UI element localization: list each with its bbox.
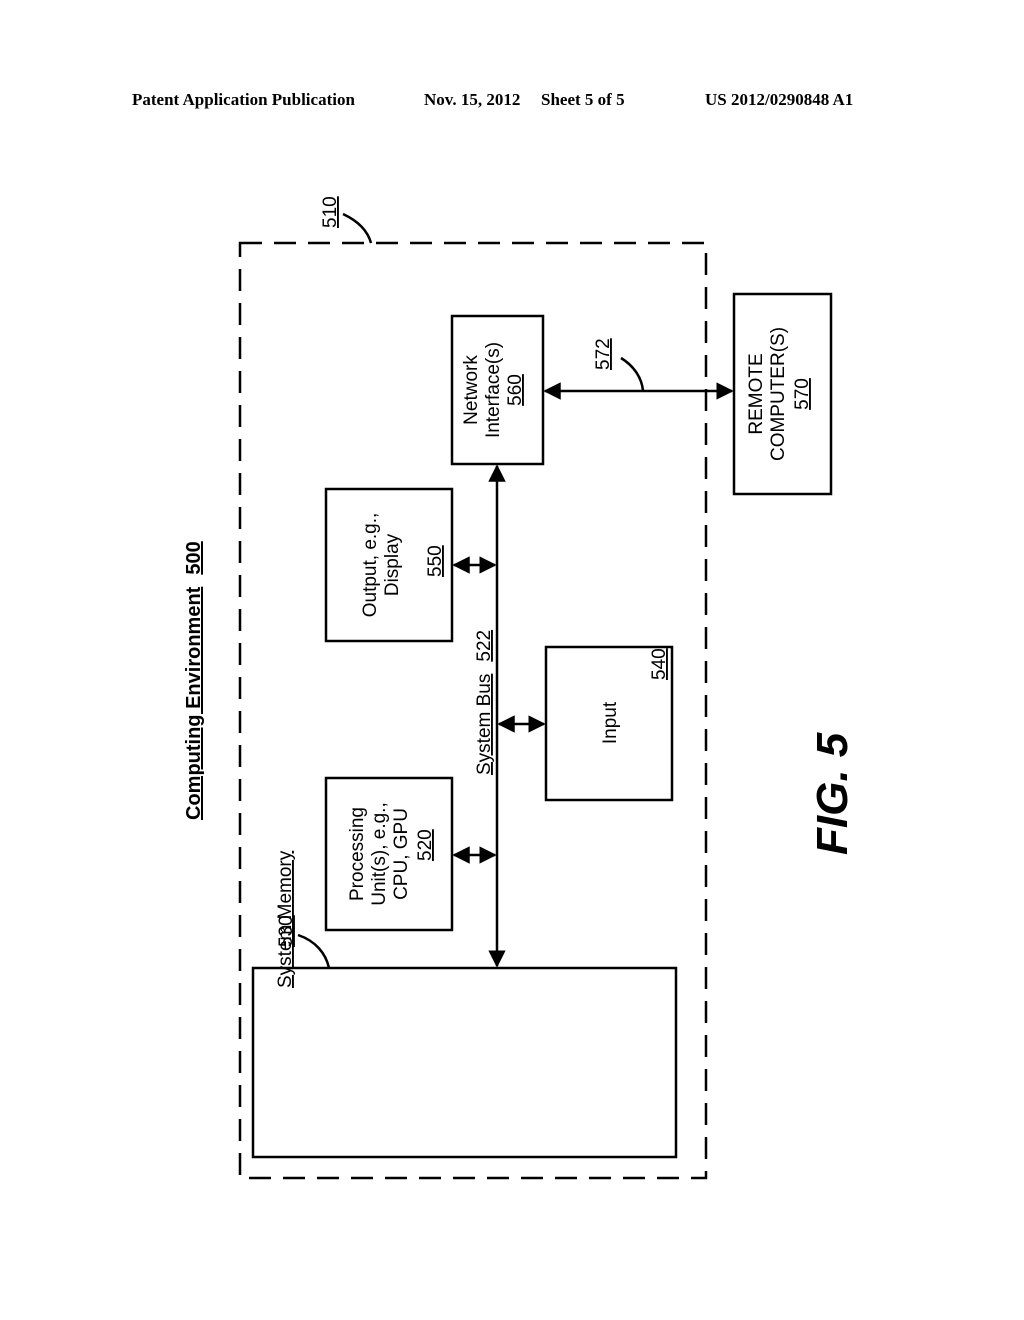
title-ref: 500: [183, 541, 205, 574]
svg-text:System Bus522: System Bus 522: [474, 630, 495, 775]
svg-text:Computing Environment500: Computing Environment 500: [183, 541, 205, 820]
processing-line-2: Unit(s), e.g.,: [369, 802, 390, 905]
network-line-2: Interface(s): [483, 342, 504, 438]
input-label: Input: [600, 701, 621, 744]
output-ref: 550: [425, 545, 446, 577]
system-memory-ref: 530: [276, 915, 297, 947]
remote-line-2: COMPUTER(S): [768, 327, 789, 461]
system-bus-ref: 522: [474, 630, 495, 662]
processing-ref: 520: [415, 829, 436, 861]
input-ref: 540: [649, 648, 670, 680]
connection-leader-line: [620, 356, 645, 392]
outer-leader-line: [342, 212, 373, 244]
remote-ref: 570: [792, 378, 813, 410]
outer-ref: 510: [320, 196, 341, 228]
network-line-1: Network: [461, 355, 482, 425]
processing-line-1: Processing: [347, 807, 368, 901]
connection-ref: 572: [593, 338, 614, 370]
system-memory-leader-line: [297, 933, 331, 969]
diagram-title: Computing Environment 500: [183, 541, 205, 820]
title-text: Computing Environment: [183, 586, 205, 820]
figure-label: FIG. 5: [808, 732, 857, 855]
processing-line-3: CPU, GPU: [391, 808, 412, 900]
system-memory-box: [251, 966, 678, 1159]
network-ref: 560: [505, 374, 526, 406]
output-line-1: Output, e.g.,: [360, 513, 381, 618]
remote-line-1: REMOTE: [746, 353, 767, 434]
output-line-2: Display: [382, 533, 403, 596]
computing-environment-diagram: Computing Environment500 510 System Memo…: [183, 196, 857, 1180]
system-bus-label: System Bus: [474, 674, 495, 775]
system-bus-text: System Bus 522: [474, 630, 495, 775]
